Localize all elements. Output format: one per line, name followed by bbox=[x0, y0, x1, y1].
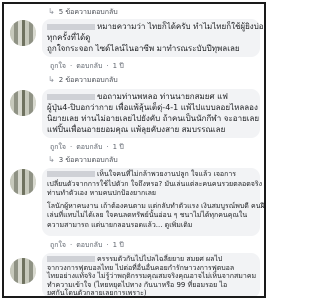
reply-arrow-icon: ↳ bbox=[48, 75, 55, 84]
comment-actions: ถูกใจ · ตอบกลับ · 1 ปี bbox=[50, 62, 124, 70]
view-more-replies-link[interactable]: ↳ 3 ข้อความตอบกลับ bbox=[48, 155, 118, 166]
comment-bubble: ครรรมตัวกันไปไปลไฉลี่ยยาย สมยศ ผลไป จากว… bbox=[42, 253, 260, 297]
comment-text: ครรรมตัวกันไปไปลไฉลี่ยยาย สมยศ ผลไป จากว… bbox=[47, 255, 257, 297]
timestamp[interactable]: 1 ปี bbox=[113, 143, 124, 151]
like-link[interactable]: ถูกใจ bbox=[50, 241, 66, 249]
view-more-replies-link[interactable]: ↳ 2 ข้อความตอบกลับ bbox=[48, 75, 118, 86]
timestamp[interactable]: 1 ปี bbox=[113, 62, 124, 70]
reply-link[interactable]: ตอบกลับ bbox=[76, 62, 102, 70]
redacted-name[interactable] bbox=[47, 171, 95, 177]
more-replies-label: 3 ข้อความตอบกลับ bbox=[58, 156, 118, 164]
redacted-name[interactable] bbox=[47, 93, 95, 100]
timestamp[interactable]: 1 ปี bbox=[113, 241, 124, 249]
comment-actions: ถูกใจ · ตอบกลับ · 1 ปี bbox=[50, 143, 124, 151]
avatar[interactable] bbox=[10, 20, 36, 46]
comment-bubble: เห็นใจคนที่ไม่กล้าพวยงานปลูก ใจแล้ว เจอก… bbox=[42, 168, 266, 236]
comment-text: หมายความว่า ไทยก็ได้ครับ ทำไมไทยก็ใช้ผู้… bbox=[47, 22, 264, 53]
reply-link[interactable]: ตอบกลับ bbox=[76, 241, 102, 249]
avatar[interactable] bbox=[10, 90, 36, 116]
like-link[interactable]: ถูกใจ bbox=[50, 62, 66, 70]
comment-bubble: ขอถามท่านพหลอ ท่านนายกสมยศ แฟ ผู้ปุ่น4-ป… bbox=[42, 89, 260, 138]
like-link[interactable]: ถูกใจ bbox=[50, 143, 66, 151]
redacted-name[interactable] bbox=[47, 256, 95, 262]
comment-text: เห็นใจคนที่ไม่กล้าพวยงานปลูก ใจแล้ว เจอก… bbox=[47, 170, 266, 229]
more-replies-label: 2 ข้อความตอบกลับ bbox=[58, 76, 118, 84]
avatar[interactable] bbox=[10, 169, 36, 195]
more-replies-label: 5 ข้อความตอบกลับ bbox=[58, 8, 118, 16]
reply-arrow-icon: ↳ bbox=[48, 7, 55, 16]
avatar[interactable] bbox=[10, 258, 36, 284]
comment-text: ขอถามท่านพหลอ ท่านนายกสมยศ แฟ ผู้ปุ่น4-ป… bbox=[47, 92, 260, 134]
reply-link[interactable]: ตอบกลับ bbox=[76, 143, 102, 151]
comment-thread: ↳ 5 ข้อความตอบกลับ หมายความว่า ไทยก็ได้คร… bbox=[2, 2, 266, 298]
view-more-replies-link[interactable]: ↳ 5 ข้อความตอบกลับ bbox=[48, 7, 118, 18]
reply-arrow-icon: ↳ bbox=[48, 155, 55, 164]
redacted-name[interactable] bbox=[47, 23, 95, 30]
comment-actions: ถูกใจ · ตอบกลับ · 1 ปี bbox=[50, 241, 124, 249]
comment-bubble: หมายความว่า ไทยก็ได้ครับ ทำไมไทยก็ใช้ผู้… bbox=[42, 19, 264, 57]
